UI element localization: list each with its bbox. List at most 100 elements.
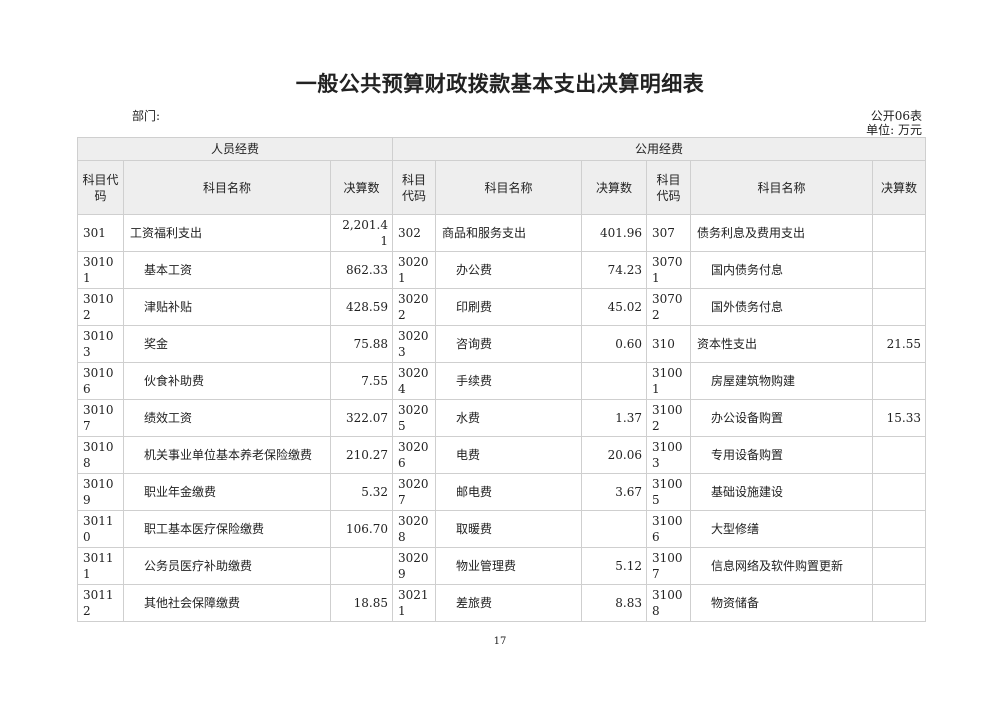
cell-code: 31005	[646, 473, 691, 511]
cell-name: 机关事业单位基本养老保险缴费	[123, 436, 331, 474]
col-header-name: 科目名称	[435, 160, 582, 215]
cell-name: 手续费	[435, 362, 582, 400]
table-row: 30106 伙食补助费 7.55 30204 手续费 31001 房屋建筑物购建	[77, 362, 926, 400]
cell-name: 信息网络及软件购置更新	[690, 547, 873, 585]
cell-name: 资本性支出	[690, 325, 873, 363]
col-header-code: 科目代码	[77, 160, 124, 215]
cell-code: 30103	[77, 325, 124, 363]
cell-name: 绩效工资	[123, 399, 331, 437]
cell-amount: 75.88	[330, 325, 393, 363]
col-header-name: 科目名称	[123, 160, 331, 215]
cell-amount	[872, 251, 926, 289]
col-header-name: 科目名称	[690, 160, 873, 215]
cell-amount: 45.02	[581, 288, 647, 326]
table-row: 30107 绩效工资 322.07 30205 水费 1.37 31002 办公设备购置 15.…	[77, 399, 926, 437]
cell-name: 取暖费	[435, 510, 582, 548]
cell-name: 津贴补贴	[123, 288, 331, 326]
cell-amount: 1.37	[581, 399, 647, 437]
cell-name: 基本工资	[123, 251, 331, 289]
cell-name: 职业年金缴费	[123, 473, 331, 511]
cell-amount: 18.85	[330, 584, 393, 622]
cell-name: 邮电费	[435, 473, 582, 511]
cell-amount: 0.60	[581, 325, 647, 363]
cell-code: 31008	[646, 584, 691, 622]
report-title: 一般公共预算财政拨款基本支出决算明细表	[295, 72, 705, 96]
cell-code: 31001	[646, 362, 691, 400]
cell-amount: 5.12	[581, 547, 647, 585]
expenditure-table: 人员经费 公用经费 科目代码 科目名称 决算数 科目代码 科目名称 决算数 科目…	[77, 137, 926, 622]
cell-code: 30107	[77, 399, 124, 437]
cell-code: 30112	[77, 584, 124, 622]
col-header-amount: 决算数	[330, 160, 393, 215]
cell-code: 30203	[392, 325, 436, 363]
cell-name: 基础设施建设	[690, 473, 873, 511]
cell-code: 30101	[77, 251, 124, 289]
cell-amount	[581, 510, 647, 548]
cell-amount	[872, 362, 926, 400]
cell-code: 310	[646, 325, 691, 363]
cell-name: 国外债务付息	[690, 288, 873, 326]
column-header-row: 科目代码 科目名称 决算数 科目代码 科目名称 决算数 科目代码 科目名称 决算…	[77, 160, 926, 215]
cell-amount	[330, 547, 393, 585]
cell-name: 办公设备购置	[690, 399, 873, 437]
cell-amount	[872, 584, 926, 622]
cell-name: 印刷费	[435, 288, 582, 326]
cell-code: 301	[77, 214, 124, 252]
cell-amount	[872, 547, 926, 585]
group-public: 公用经费	[392, 137, 926, 161]
cell-amount: 106.70	[330, 510, 393, 548]
cell-code: 31002	[646, 399, 691, 437]
cell-amount	[872, 473, 926, 511]
unit-label: 单位: 万元	[866, 123, 922, 137]
cell-name: 奖金	[123, 325, 331, 363]
table-row: 30112 其他社会保障缴费 18.85 30211 差旅费 8.83 31008 物资储备	[77, 584, 926, 622]
cell-amount	[872, 214, 926, 252]
table-row: 301 工资福利支出 2,201.41 302 商品和服务支出 401.96 307 债务利息…	[77, 214, 926, 252]
cell-code: 302	[392, 214, 436, 252]
cell-code: 31006	[646, 510, 691, 548]
cell-code: 31007	[646, 547, 691, 585]
cell-amount: 74.23	[581, 251, 647, 289]
cell-name: 其他社会保障缴费	[123, 584, 331, 622]
cell-name: 伙食补助费	[123, 362, 331, 400]
department-label: 部门:	[132, 109, 161, 123]
cell-name: 房屋建筑物购建	[690, 362, 873, 400]
cell-name: 国内债务付息	[690, 251, 873, 289]
cell-amount: 2,201.41	[330, 214, 393, 252]
cell-amount	[872, 288, 926, 326]
cell-code: 30701	[646, 251, 691, 289]
cell-code: 30204	[392, 362, 436, 400]
cell-name: 咨询费	[435, 325, 582, 363]
cell-code: 30110	[77, 510, 124, 548]
group-personnel: 人员经费	[77, 137, 393, 161]
table-row: 30109 职业年金缴费 5.32 30207 邮电费 3.67 31005 基础设施建设	[77, 473, 926, 511]
cell-code: 30201	[392, 251, 436, 289]
cell-code: 30206	[392, 436, 436, 474]
table-row: 30102 津贴补贴 428.59 30202 印刷费 45.02 30702 国外债务付息	[77, 288, 926, 326]
cell-name: 物业管理费	[435, 547, 582, 585]
group-header-row: 人员经费 公用经费	[77, 137, 926, 161]
table-row: 30101 基本工资 862.33 30201 办公费 74.23 30701 国内债务付息	[77, 251, 926, 289]
cell-code: 30108	[77, 436, 124, 474]
cell-code: 31003	[646, 436, 691, 474]
cell-name: 公务员医疗补助缴费	[123, 547, 331, 585]
cell-amount: 401.96	[581, 214, 647, 252]
cell-name: 办公费	[435, 251, 582, 289]
cell-amount: 428.59	[330, 288, 393, 326]
cell-code: 30211	[392, 584, 436, 622]
cell-amount	[872, 436, 926, 474]
cell-code: 30106	[77, 362, 124, 400]
cell-amount	[581, 362, 647, 400]
cell-code: 30111	[77, 547, 124, 585]
cell-code: 30202	[392, 288, 436, 326]
cell-code: 30702	[646, 288, 691, 326]
cell-code: 30207	[392, 473, 436, 511]
cell-name: 商品和服务支出	[435, 214, 582, 252]
cell-amount: 3.67	[581, 473, 647, 511]
table-row: 30111 公务员医疗补助缴费 30209 物业管理费 5.12 31007 信息网络及软件…	[77, 547, 926, 585]
table-row: 30103 奖金 75.88 30203 咨询费 0.60 310 资本性支出 21.55	[77, 325, 926, 363]
cell-amount	[872, 510, 926, 548]
cell-code: 30208	[392, 510, 436, 548]
cell-amount: 7.55	[330, 362, 393, 400]
cell-name: 电费	[435, 436, 582, 474]
